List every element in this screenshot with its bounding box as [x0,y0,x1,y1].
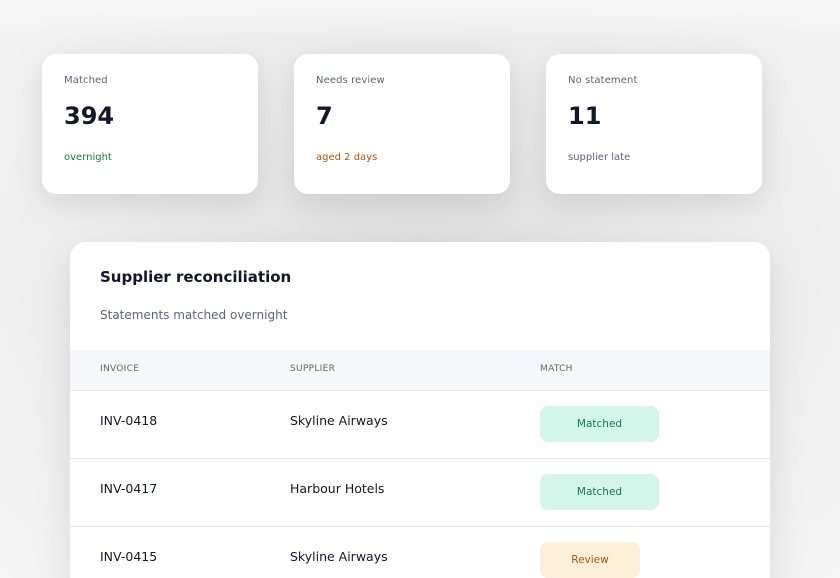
stat-note: overnight [64,152,112,163]
supplier-name: Harbour Hotels [290,481,385,496]
stat-note: aged 2 days [316,152,378,163]
stat-label: Matched [64,75,108,86]
column-header-match[interactable]: MATCH [540,364,573,374]
column-header-invoice[interactable]: INVOICE [100,364,139,374]
stat-card-matched: Matched 394 overnight [42,54,258,194]
invoice-id: INV-0418 [100,413,158,428]
stat-value: 11 [568,102,602,130]
reconciliation-card: Supplier reconciliation Statements match… [70,242,770,578]
invoice-id: INV-0417 [100,481,158,496]
card-title: Supplier reconciliation [100,268,292,286]
card-subtitle: Statements matched overnight [100,308,288,322]
stat-label: Needs review [316,75,385,86]
supplier-name: Skyline Airways [290,549,388,564]
stat-card-no-statement: No statement 11 supplier late [546,54,762,194]
table-row[interactable]: INV-0418 Skyline Airways Matched [70,391,770,459]
stat-note: supplier late [568,152,631,163]
match-status-badge: Matched [540,474,659,510]
page: Matched 394 overnight Needs review 7 age… [0,0,840,578]
supplier-name: Skyline Airways [290,413,388,428]
stat-card-needs-review: Needs review 7 aged 2 days [294,54,510,194]
stat-value: 7 [316,102,333,130]
match-status-badge: Matched [540,406,659,442]
table-row[interactable]: INV-0415 Skyline Airways Review [70,527,770,578]
stat-value: 394 [64,102,115,130]
invoice-id: INV-0415 [100,549,158,564]
column-header-supplier[interactable]: SUPPLIER [290,364,335,374]
stat-label: No statement [568,75,638,86]
table-header: INVOICE SUPPLIER MATCH [70,350,770,391]
review-status-badge[interactable]: Review [540,542,640,578]
table-row[interactable]: INV-0417 Harbour Hotels Matched [70,459,770,527]
